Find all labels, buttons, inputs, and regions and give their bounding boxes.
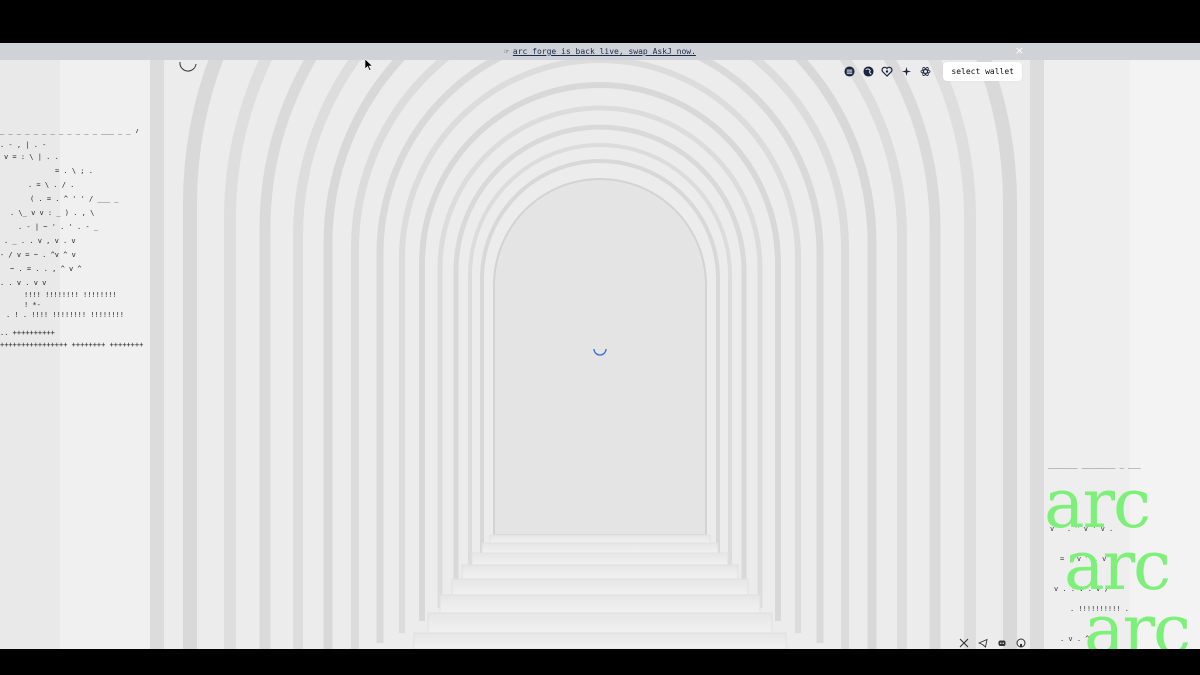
social-links	[958, 637, 1026, 648]
svg-text:. . v . v: . . v . v v	[0, 279, 46, 287]
arc-logo-decoration: _______ ________ _ ___ v ' . ^ v ' v . =…	[1040, 461, 1200, 649]
ascii-art-left: _ _ _ _ _ _ _ _ _ _ _ _ ___ _ _ 7 . - , …	[0, 129, 143, 349]
svg-text:.. ++++++++++: .. ++++++++++	[0, 329, 55, 337]
letterbox-top	[0, 0, 1200, 43]
announcement-link[interactable]: arc forge is back live, swap AskJ now.	[513, 47, 696, 56]
chain-globe-icon[interactable]	[862, 66, 874, 78]
svg-text:. - , | . -: . - , | . -	[0, 141, 46, 149]
arc-word-3: arc	[1084, 591, 1191, 650]
letterbox-bottom	[0, 649, 1200, 675]
svg-text:. - | ~ ' . ' .: . - | ~ ' . ' . - _	[18, 223, 99, 231]
mouse-cursor-icon	[365, 59, 374, 71]
loading-spinner-icon	[593, 348, 607, 356]
hand-point-icon: ☞	[504, 47, 509, 56]
svg-text:. ! . !!!! !!!!!!!! !: . ! . !!!! !!!!!!!! !!!!!!!!	[6, 311, 124, 319]
svg-text:! *-: ! *-	[24, 301, 41, 309]
header-controls: select wallet	[843, 62, 1022, 81]
chain-solana-icon[interactable]	[843, 66, 855, 78]
svg-text:= . \ ; .: = . \ ; .	[55, 167, 93, 175]
announcement-banner: ☞ arc forge is back live, swap AskJ now.…	[0, 43, 1200, 60]
chain-heart-icon[interactable]	[881, 66, 893, 78]
chain-star-icon[interactable]	[900, 66, 912, 78]
x-icon[interactable]	[958, 637, 969, 648]
svg-text:_ _ _ _ _ _ _ _ _ _ _ _ ___ _: _ _ _ _ _ _ _ _ _ _ _ _ ___ _ _ 7	[0, 129, 139, 135]
svg-text:++++++++++++++++ ++++++++ ++: ++++++++++++++++ ++++++++ ++++++++	[0, 341, 143, 349]
loading-arc-icon	[179, 61, 197, 72]
select-wallet-button[interactable]: select wallet	[943, 62, 1022, 81]
discord-icon[interactable]	[996, 637, 1007, 648]
svg-text:( . = . ^ ' ' / ___ _: ( . = . ^ ' ' / ___ _	[30, 195, 119, 203]
telegram-icon[interactable]	[977, 637, 988, 648]
svg-text:!!!! !!!!!!!! !!!!!!!!: !!!! !!!!!!!! !!!!!!!!	[24, 291, 117, 299]
svg-text:- / v = ~ . ^v ^ v: - / v = ~ . ^v ^ v	[0, 251, 76, 259]
github-icon[interactable]	[1015, 637, 1026, 648]
svg-text:~ . = . . , ^ v ^: ~ . = . . , ^ v ^	[10, 265, 82, 273]
svg-text:. \_ v v : _ ) . , \: . \_ v v : _ ) . , \	[10, 209, 94, 217]
viewport: _ _ _ _ _ _ _ _ _ _ _ _ ___ _ _ 7 . - , …	[0, 43, 1200, 649]
close-banner-button[interactable]: ×	[1015, 44, 1024, 57]
chain-atom-icon[interactable]	[919, 66, 931, 78]
svg-text:. = \ . / .: . = \ . / .	[28, 181, 74, 189]
svg-text:. _ . . v , v .: . _ . . v , v . v	[4, 237, 76, 245]
svg-text:v = : \ | . .: v = : \ | . .	[4, 153, 59, 161]
